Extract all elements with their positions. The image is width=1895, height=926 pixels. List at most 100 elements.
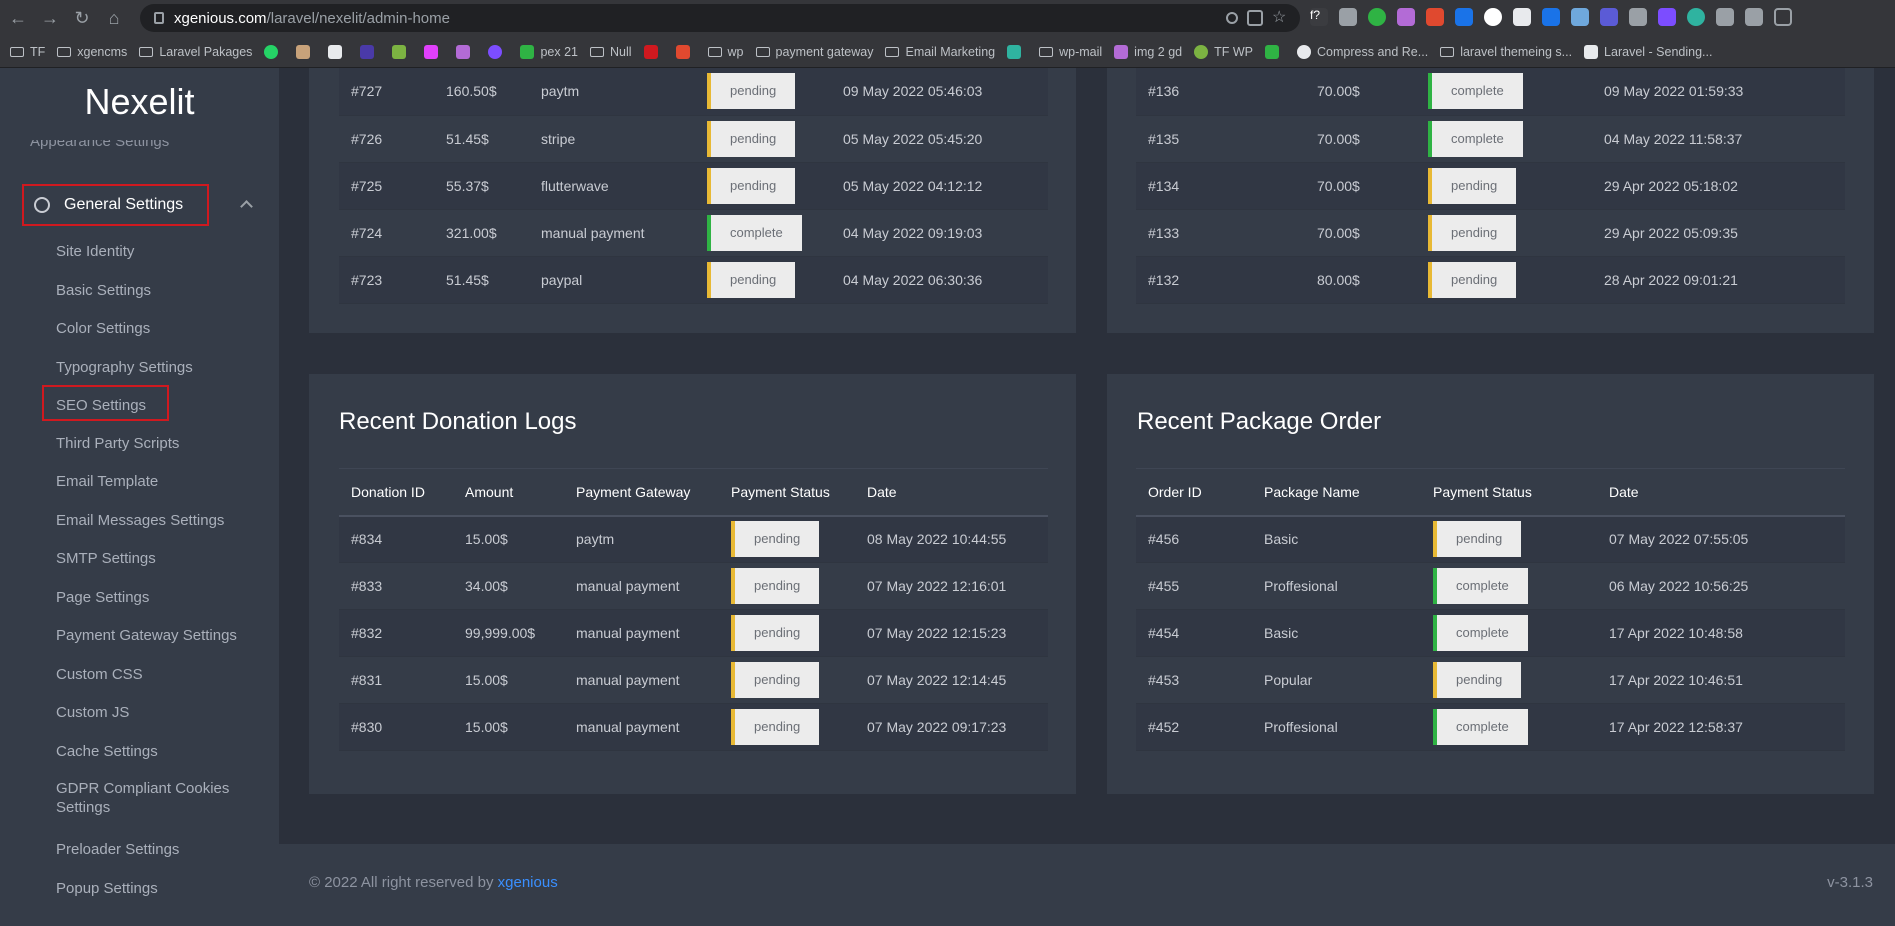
submenu-basic-settings[interactable]: Basic Settings (56, 281, 151, 300)
extension-icon[interactable]: f? (1310, 8, 1328, 26)
extension-icon[interactable] (1542, 8, 1560, 26)
table-row: #134 70.00$ pending 29 Apr 2022 05:18:02 (1136, 162, 1845, 210)
bookmark-favicon[interactable] (643, 44, 664, 59)
gateway: manual payment (564, 703, 719, 751)
extension-icon[interactable] (1397, 8, 1415, 26)
bookmark-tf-wp[interactable]: TF WP (1194, 44, 1253, 59)
bookmark-favicon[interactable] (392, 44, 412, 59)
bookmark-null[interactable]: Null (589, 45, 632, 59)
status-cell: pending (695, 256, 831, 304)
order-id: #454 (1136, 609, 1252, 657)
bookmark-favicon[interactable] (675, 44, 696, 59)
bookmark-favicon[interactable] (328, 44, 348, 59)
submenu-smtp-settings[interactable]: SMTP Settings (56, 549, 156, 568)
gateway: paytm (529, 68, 695, 116)
bookmark-favicon[interactable] (456, 44, 476, 59)
chevron-up-icon[interactable] (240, 200, 253, 213)
submenu-payment-gateway-settings[interactable]: Payment Gateway Settings (56, 626, 237, 645)
back-arrow-icon[interactable]: ← (4, 4, 32, 32)
home-icon[interactable]: ⌂ (100, 4, 128, 32)
star-icon[interactable]: ☆ (1272, 10, 1288, 26)
status-cell: complete (1416, 115, 1592, 163)
play-icon[interactable] (1513, 8, 1531, 26)
sidebar-item-label: General Settings (64, 196, 184, 213)
bookmark-favicon[interactable] (1265, 44, 1285, 59)
folder-icon (10, 46, 24, 57)
playlist-icon[interactable] (1745, 8, 1763, 26)
bookmark-favicon[interactable] (296, 44, 316, 59)
submenu-preloader-settings[interactable]: Preloader Settings (56, 840, 179, 859)
extension-icon[interactable] (1455, 8, 1473, 26)
submenu-custom-css[interactable]: Custom CSS (56, 665, 143, 684)
bookmark-icon (424, 44, 439, 59)
bookmark-wp[interactable]: wp (707, 45, 744, 59)
extension-icon[interactable] (1687, 8, 1705, 26)
extension-icon[interactable] (1629, 8, 1647, 26)
submenu-custom-js[interactable]: Custom JS (56, 703, 129, 722)
order-id: #456 (1136, 515, 1252, 563)
camera-icon[interactable] (1339, 8, 1357, 26)
key-icon[interactable] (1226, 12, 1238, 24)
date: 07 May 2022 07:55:05 (1597, 515, 1845, 563)
amount: 55.37$ (434, 162, 529, 210)
amount: 15.00$ (453, 703, 564, 751)
bookmark-img-2-gd[interactable]: img 2 gd (1114, 44, 1182, 59)
bookmark-favicon[interactable] (1007, 44, 1027, 59)
sidebar-item-appearance-settings[interactable]: Appearance Settings (30, 140, 169, 154)
submenu-typography-settings[interactable]: Typography Settings (56, 358, 193, 377)
amount: 70.00$ (1305, 162, 1416, 210)
extension-icon[interactable] (1426, 8, 1444, 26)
table-row: #455 Proffesional complete 06 May 2022 1… (1136, 562, 1845, 610)
submenu-cache-settings[interactable]: Cache Settings (56, 742, 158, 761)
globe-icon (1297, 44, 1312, 59)
extension-icon[interactable] (1658, 8, 1676, 26)
brand-logo[interactable]: Nexelit (0, 68, 279, 136)
bookmark-messenger[interactable] (488, 44, 508, 59)
bookmark-whatsapp[interactable] (264, 44, 284, 59)
submenu-popup-settings[interactable]: Popup Settings (56, 879, 158, 898)
recent-event-orders-card: #136 70.00$ complete 09 May 2022 01:59:3… (1107, 68, 1874, 333)
gateway: manual payment (564, 656, 719, 704)
donation-id: #833 (339, 562, 453, 610)
share-icon[interactable] (1247, 10, 1263, 26)
bookmark-laravel-sending[interactable]: Laravel - Sending... (1584, 44, 1712, 59)
extension-icon[interactable] (1600, 8, 1618, 26)
bookmark-laravel-pakages[interactable]: Laravel Pakages (139, 45, 252, 59)
bookmark-xgencms[interactable]: xgencms (57, 45, 127, 59)
bookmark-pex-21[interactable]: pex 21 (520, 44, 578, 59)
sidepanel-icon[interactable] (1774, 8, 1792, 26)
bookmark-favicon[interactable] (360, 44, 380, 59)
reload-icon[interactable]: ↻ (68, 4, 96, 32)
puzzle-icon[interactable] (1716, 8, 1734, 26)
order-id: #727 (339, 68, 434, 116)
amount: 70.00$ (1305, 115, 1416, 163)
forward-arrow-icon[interactable]: → (36, 4, 64, 32)
bookmark-payment-gateway[interactable]: payment gateway (755, 45, 873, 59)
bookmark-wp-mail[interactable]: wp-mail (1039, 45, 1102, 59)
table-header-row: Order ID Package Name Payment Status Dat… (1136, 468, 1845, 517)
submenu-page-settings[interactable]: Page Settings (56, 588, 149, 607)
main-content: #727 160.50$ paytm pending 09 May 2022 0… (279, 68, 1895, 926)
submenu-color-settings[interactable]: Color Settings (56, 319, 150, 338)
sidebar-item-general-settings[interactable]: General Settings (22, 184, 209, 226)
extension-icon[interactable] (1368, 8, 1386, 26)
date: 08 May 2022 10:44:55 (855, 515, 1048, 563)
extension-icons: f? (1310, 8, 1792, 26)
xgenious-link[interactable]: xgenious (498, 874, 558, 891)
bookmark-tf[interactable]: TF (10, 45, 45, 59)
extension-icon[interactable] (1484, 8, 1502, 26)
bookmark-laravel-themeing[interactable]: laravel themeing s... (1440, 45, 1572, 59)
bookmark-favicon[interactable] (424, 44, 444, 59)
submenu-email-template[interactable]: Email Template (56, 472, 158, 491)
status-badge: complete (1428, 120, 1523, 157)
submenu-email-messages-settings[interactable]: Email Messages Settings (56, 511, 224, 530)
submenu-site-identity[interactable]: Site Identity (56, 242, 134, 261)
bookmark-email-marketing[interactable]: Email Marketing (885, 45, 995, 59)
submenu-gdpr-cookies-settings[interactable]: GDPR Compliant Cookies Settings (56, 779, 256, 817)
date: 29 Apr 2022 05:18:02 (1592, 162, 1845, 210)
extension-icon[interactable] (1571, 8, 1589, 26)
submenu-third-party-scripts[interactable]: Third Party Scripts (56, 434, 179, 453)
bookmark-compress[interactable]: Compress and Re... (1297, 44, 1428, 59)
address-bar[interactable]: xgenious.com/laravel/nexelit/admin-home … (140, 4, 1300, 32)
submenu-seo-settings[interactable]: SEO Settings (56, 396, 146, 415)
